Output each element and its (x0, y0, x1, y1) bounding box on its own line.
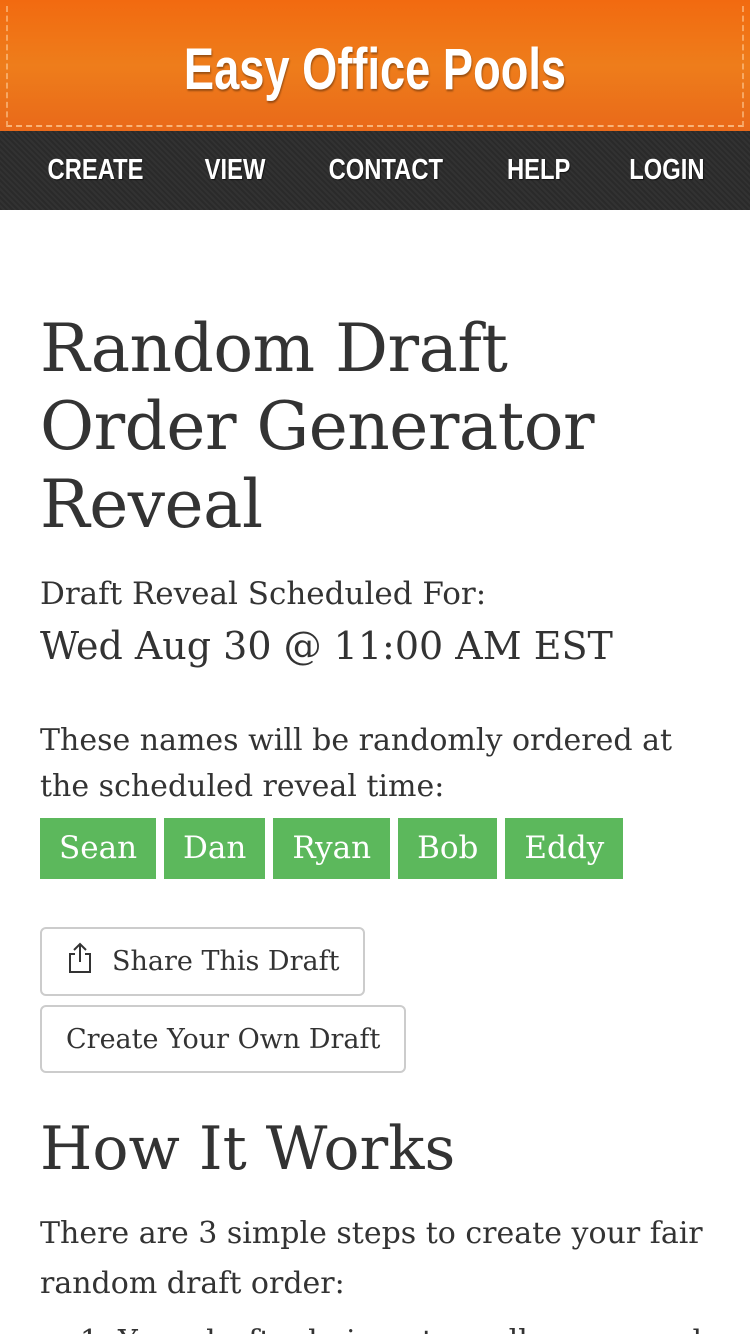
create-own-draft-button[interactable]: Create Your Own Draft (40, 1005, 407, 1073)
share-icon (66, 942, 94, 974)
name-chip: Eddy (505, 818, 624, 879)
name-chip: Dan (164, 818, 266, 879)
page-title: Random Draft Order Generator Reveal (40, 310, 595, 543)
name-chip: Bob (398, 818, 498, 879)
step-item: Your draft admin enters all names and (118, 1317, 710, 1334)
names-list: Sean Dan Ryan Bob Eddy (40, 818, 710, 879)
share-draft-button[interactable]: Share This Draft (40, 927, 366, 996)
create-own-draft-label: Create Your Own Draft (66, 1023, 381, 1055)
name-chip: Sean (40, 818, 157, 879)
site-header: Easy Office Pools (0, 0, 750, 131)
nav-item-login[interactable]: LOGIN (629, 154, 704, 187)
nav-item-help[interactable]: HELP (507, 154, 570, 187)
site-title[interactable]: Easy Office Pools (83, 30, 668, 110)
how-it-works-title: How It Works (40, 1114, 456, 1184)
share-draft-label: Share This Draft (112, 946, 340, 977)
nav-item-contact[interactable]: CONTACT (329, 154, 443, 187)
share-button-row: Share This Draft (40, 879, 710, 996)
schedule-label: Draft Reveal Scheduled For: (40, 576, 487, 612)
nav-item-create[interactable]: CREATE (48, 154, 144, 187)
nav-item-view[interactable]: VIEW (205, 154, 266, 187)
names-intro: These names will be randomly ordered at … (40, 723, 673, 804)
main-nav: CREATE VIEW CONTACT HELP LOGIN (0, 131, 750, 210)
create-button-row: Create Your Own Draft (40, 996, 710, 1073)
steps-list: Your draft admin enters all names and (40, 1317, 710, 1334)
schedule-value: Wed Aug 30 @ 11:00 AM EST (40, 624, 613, 668)
main-content: Random Draft Order Generator Reveal Draf… (40, 310, 710, 1334)
name-chip: Ryan (273, 818, 391, 879)
how-it-works-intro: There are 3 simple steps to create your … (40, 1216, 703, 1301)
